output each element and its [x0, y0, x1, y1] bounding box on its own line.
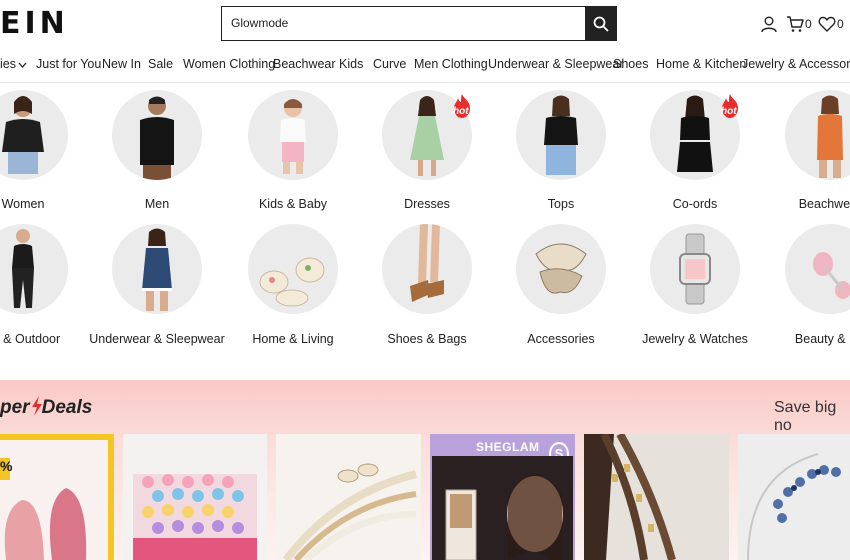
wishlist-count: 0 — [837, 17, 844, 31]
nav-item-categories[interactable]: ies — [0, 57, 27, 71]
deal-card-image — [747, 453, 841, 560]
super-deals-title[interactable]: per Deals — [0, 396, 92, 419]
super-deals-title-d: D — [41, 397, 56, 418]
main-nav: ies Just for You New In Sale Women Cloth… — [0, 57, 850, 75]
category-label: Tops — [547, 197, 575, 211]
category-label: rts & Outdoor — [0, 332, 61, 346]
category-image — [248, 90, 338, 180]
deal-card-bracelets[interactable] — [276, 434, 421, 560]
nav-item-underwear-sleepwear[interactable]: Underwear & Sleepwear — [488, 57, 624, 71]
category-label: Jewelry & Watches — [642, 332, 748, 346]
deal-card-beauty-sponge[interactable]: % — [0, 434, 114, 560]
account-button[interactable] — [760, 13, 778, 35]
category-image — [516, 90, 606, 180]
category-image — [0, 90, 68, 180]
deal-card-bead-bracelet[interactable] — [738, 434, 850, 560]
category-label: Co-ords — [672, 197, 718, 211]
nav-item-beachwear[interactable]: Beachwear — [273, 57, 336, 71]
nav-divider — [0, 82, 850, 83]
cart-count: 0 — [805, 17, 812, 31]
deal-card-image — [432, 456, 573, 560]
nav-item-shoes[interactable]: Shoes — [613, 57, 648, 71]
category-image — [112, 90, 202, 180]
super-deals-title-suffix: eals — [55, 397, 93, 418]
hot-badge-label: hot — [721, 106, 737, 117]
cart-icon — [787, 16, 804, 32]
category-label: Men — [144, 197, 170, 211]
category-label: Beachwear — [798, 197, 850, 211]
category-image — [516, 224, 606, 314]
category-label: Underwear & Sleepwear — [89, 332, 225, 346]
cart-button[interactable]: 0 — [786, 13, 812, 35]
user-icon — [761, 16, 777, 33]
deal-card-image — [133, 474, 257, 560]
nav-item-kids[interactable]: Kids — [339, 57, 363, 71]
category-image — [0, 224, 68, 314]
search-button[interactable] — [585, 6, 617, 41]
category-image — [382, 224, 472, 314]
nav-item-jewelry-accessories[interactable]: Jewelry & Accessories — [742, 57, 850, 71]
category-label: Accessories — [527, 332, 595, 346]
nav-item-new-in[interactable]: New In — [102, 57, 141, 71]
nav-item-home-kitchen[interactable]: Home & Kitchen — [656, 57, 746, 71]
category-image — [650, 224, 740, 314]
category-image — [112, 224, 202, 314]
nav-item-label: ies — [0, 57, 16, 71]
category-label: Kids & Baby — [258, 197, 328, 211]
chevron-down-icon — [18, 62, 27, 68]
category-label: Beauty & He — [794, 332, 850, 346]
nav-item-sale[interactable]: Sale — [148, 57, 173, 71]
nav-item-men-clothing[interactable]: Men Clothing — [414, 57, 488, 71]
save-big-now-link[interactable]: Save big no — [774, 399, 850, 435]
site-logo[interactable]: EIN — [0, 6, 69, 41]
search-icon — [593, 16, 609, 31]
category-image — [785, 90, 850, 180]
deal-card-sheglam[interactable]: SHEGLAM S — [430, 434, 575, 560]
deal-card-image — [0, 440, 108, 560]
category-image — [248, 224, 338, 314]
category-label: Dresses — [404, 197, 450, 211]
hot-badge-label: hot — [453, 106, 469, 117]
deal-card-image — [584, 434, 676, 560]
heart-icon — [818, 16, 836, 32]
deal-card-image — [282, 463, 417, 560]
category-image — [785, 224, 850, 314]
category-label: Women — [1, 197, 45, 211]
deal-card-hair-ties[interactable] — [123, 434, 267, 560]
discount-badge: % — [0, 458, 12, 480]
deal-card-hair-braids[interactable] — [584, 434, 729, 560]
search-input[interactable] — [222, 7, 584, 39]
nav-item-curve[interactable]: Curve — [373, 57, 406, 71]
category-label: Shoes & Bags — [387, 332, 467, 346]
search-bar[interactable] — [221, 6, 617, 41]
nav-item-women-clothing[interactable]: Women Clothing — [183, 57, 275, 71]
wishlist-button[interactable]: 0 — [818, 13, 844, 35]
category-label: Home & Living — [252, 332, 334, 346]
super-deals-title-prefix: per — [0, 397, 30, 418]
nav-item-just-for-you[interactable]: Just for You — [36, 57, 101, 71]
